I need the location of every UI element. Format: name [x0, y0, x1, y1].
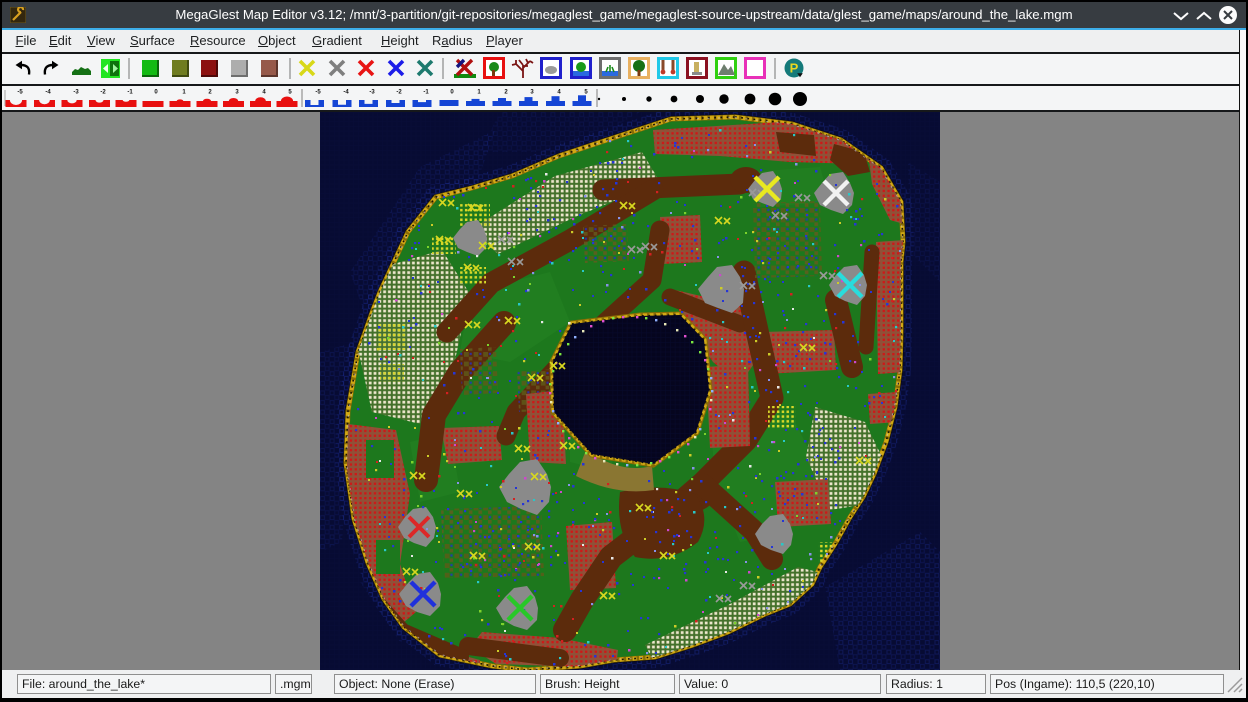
svg-text:5: 5 [288, 90, 292, 96]
svg-text:0: 0 [154, 90, 158, 96]
svg-text:-3: -3 [73, 90, 79, 96]
svg-text:-1: -1 [127, 90, 133, 96]
svg-text:2: 2 [504, 90, 508, 96]
svg-text:1: 1 [182, 90, 186, 96]
svg-text:-2: -2 [100, 90, 106, 96]
svg-text:4: 4 [262, 90, 266, 96]
svg-text:3: 3 [530, 90, 534, 96]
svg-text:1: 1 [477, 90, 481, 96]
svg-text:-4: -4 [45, 90, 51, 96]
svg-text:-5: -5 [17, 90, 23, 96]
svg-text:4: 4 [557, 90, 561, 96]
svg-text:0: 0 [450, 90, 454, 96]
svg-text:-5: -5 [315, 90, 321, 96]
svg-text:3: 3 [235, 90, 239, 96]
svg-text:-3: -3 [369, 90, 375, 96]
svg-text:-1: -1 [423, 90, 429, 96]
svg-text:2: 2 [208, 90, 212, 96]
svg-text:-4: -4 [343, 90, 349, 96]
svg-text:5: 5 [584, 90, 588, 96]
svg-text:-2: -2 [396, 90, 402, 96]
